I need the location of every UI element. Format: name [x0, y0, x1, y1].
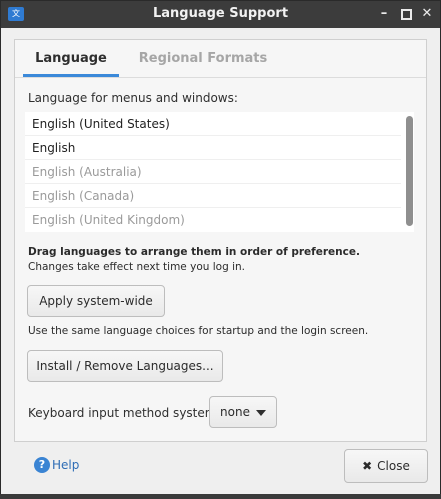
help-icon: ? [34, 457, 50, 473]
language-item[interactable]: English (United Kingdom) [25, 208, 401, 232]
close-window-button[interactable]: ✕ [418, 5, 436, 23]
minimize-icon: – [380, 6, 388, 21]
chevron-down-icon [255, 409, 266, 416]
keyboard-input-label: Keyboard input method system: [28, 406, 221, 420]
keyboard-input-dropdown[interactable]: none [209, 396, 277, 428]
scrollbar-thumb[interactable] [406, 116, 413, 226]
apply-note: Use the same language choices for startu… [28, 325, 369, 337]
tab-regional-formats[interactable]: Regional Formats [131, 41, 275, 77]
maximize-button[interactable] [397, 5, 415, 23]
apply-system-wide-button[interactable]: Apply system-wide [27, 285, 165, 317]
tab-panel: Language Regional Formats Language for m… [14, 39, 427, 442]
language-item[interactable]: English [25, 136, 401, 160]
language-item[interactable]: English (United States) [25, 112, 401, 136]
changes-hint: Changes take effect next time you log in… [28, 261, 245, 273]
help-label: Help [52, 458, 80, 472]
close-icon: ✕ [421, 6, 433, 21]
close-button[interactable]: ✖ Close [344, 449, 428, 483]
language-list-scrollbar[interactable] [405, 112, 414, 232]
desktop-strip [0, 494, 441, 499]
language-item[interactable]: English (Australia) [25, 160, 401, 184]
install-remove-languages-button[interactable]: Install / Remove Languages... [27, 350, 223, 382]
maximize-icon [400, 9, 412, 20]
language-support-window: 文 Language Support – ✕ Language Regional… [0, 0, 441, 499]
close-label: Close [377, 459, 410, 473]
keyboard-input-value: none [220, 405, 250, 419]
tab-divider [15, 77, 426, 78]
close-icon: ✖ [362, 459, 373, 473]
tab-language[interactable]: Language [23, 41, 119, 77]
drag-hint: Drag languages to arrange them in order … [28, 246, 360, 258]
language-list[interactable]: English (United States) English English … [25, 112, 414, 232]
minimize-button[interactable]: – [375, 5, 393, 23]
language-list-label: Language for menus and windows: [28, 91, 238, 105]
titlebar[interactable]: 文 Language Support – ✕ [1, 1, 440, 28]
language-item[interactable]: English (Canada) [25, 184, 401, 208]
